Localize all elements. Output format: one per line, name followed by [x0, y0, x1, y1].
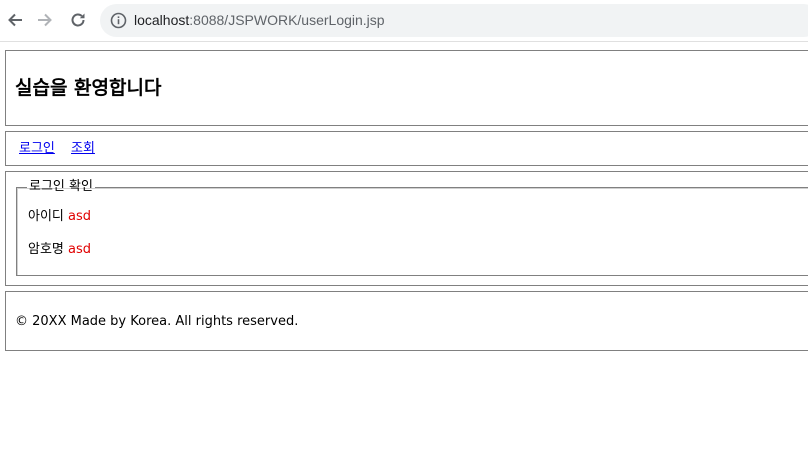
reload-icon: [71, 13, 85, 27]
url-text[interactable]: localhost:8088/JSPWORK/userLogin.jsp: [134, 12, 385, 29]
footer-section: © 20XX Made by Korea. All rights reserve…: [5, 291, 808, 351]
password-row: 암호명 asd: [28, 242, 91, 258]
password-label: 암호명: [28, 242, 64, 257]
browser-toolbar: localhost:8088/JSPWORK/userLogin.jsp: [0, 0, 808, 42]
id-label: 아이디: [28, 209, 64, 224]
nav-link-login[interactable]: 로그인: [19, 141, 55, 156]
nav-link-search[interactable]: 조회: [71, 141, 95, 156]
password-value: asd: [68, 242, 92, 257]
header-section: 실습을 환영합니다: [5, 50, 808, 126]
id-value: asd: [68, 209, 92, 224]
nav-links: 로그인 조회: [19, 141, 107, 157]
back-button[interactable]: [3, 8, 27, 32]
address-bar[interactable]: localhost:8088/JSPWORK/userLogin.jsp: [100, 4, 808, 37]
arrow-left-icon: [8, 13, 22, 27]
arrow-right-icon: [38, 13, 52, 27]
forward-button[interactable]: [33, 8, 57, 32]
url-path: :8088/JSPWORK/userLogin.jsp: [189, 12, 385, 28]
login-confirm-legend: 로그인 확인: [29, 179, 93, 194]
page-title: 실습을 환영합니다: [15, 77, 162, 99]
copyright-text: © 20XX Made by Korea. All rights reserve…: [15, 314, 299, 329]
nav-section: 로그인 조회: [5, 131, 808, 166]
url-host: localhost: [134, 12, 190, 28]
info-icon[interactable]: [110, 12, 127, 29]
id-row: 아이디 asd: [28, 209, 91, 225]
reload-button[interactable]: [66, 8, 90, 32]
login-confirm-fieldset: 로그인 확인 아이디 asd 암호명 asd: [16, 180, 808, 276]
content-section: 로그인 확인 아이디 asd 암호명 asd: [5, 171, 808, 286]
